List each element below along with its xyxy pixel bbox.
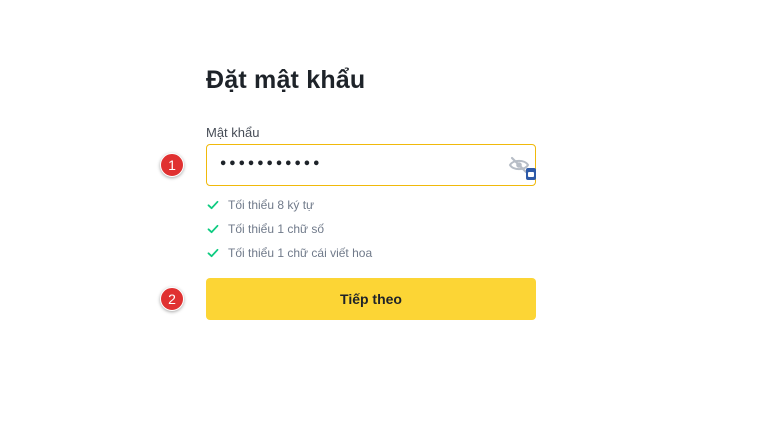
requirement-item: Tối thiểu 1 chữ số: [206, 217, 372, 241]
requirement-text: Tối thiểu 1 chữ cái viết hoa: [228, 246, 373, 260]
password-field[interactable]: [206, 144, 536, 186]
step-2-annotation: 2: [160, 287, 184, 311]
check-icon: [207, 200, 219, 210]
check-icon: [207, 248, 219, 258]
page-title: Đặt mật khẩu: [206, 66, 366, 94]
password-manager-icon[interactable]: [526, 168, 536, 180]
requirement-text: Tối thiểu 1 chữ số: [228, 222, 325, 236]
set-password-page: Đặt mật khẩu Mật khẩu Tối thiểu 8 ký tự …: [0, 0, 768, 431]
check-icon: [207, 224, 219, 234]
password-requirements: Tối thiểu 8 ký tự Tối thiểu 1 chữ số Tối…: [206, 193, 372, 265]
password-input[interactable]: [219, 145, 499, 185]
requirement-text: Tối thiểu 8 ký tự: [228, 198, 315, 212]
step-1-annotation: 1: [160, 153, 184, 177]
requirement-item: Tối thiểu 8 ký tự: [206, 193, 372, 217]
next-button[interactable]: Tiếp theo: [206, 278, 536, 320]
password-label: Mật khẩu: [206, 125, 260, 140]
requirement-item: Tối thiểu 1 chữ cái viết hoa: [206, 241, 372, 265]
